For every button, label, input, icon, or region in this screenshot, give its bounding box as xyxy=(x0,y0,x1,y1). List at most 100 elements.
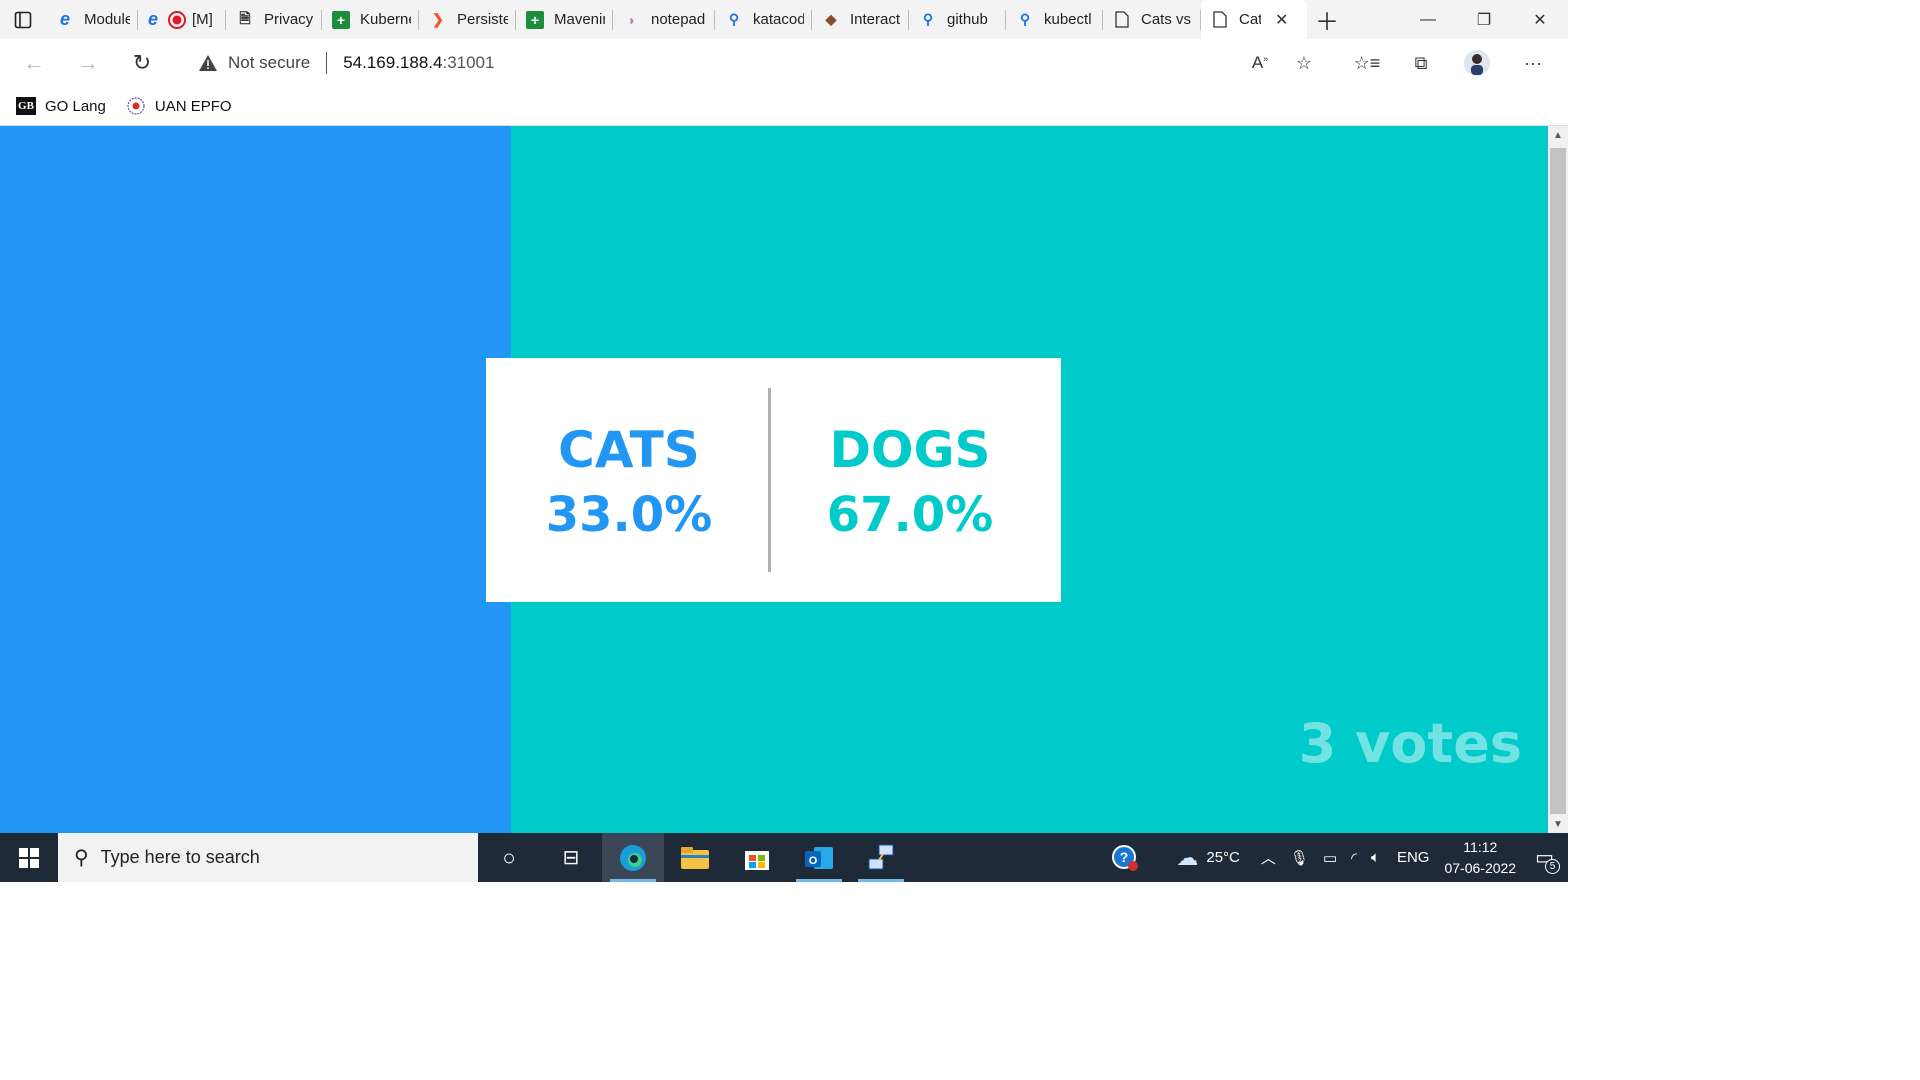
taskbar-network-app[interactable] xyxy=(850,833,912,882)
store-icon xyxy=(745,850,769,870)
wifi-button[interactable]: ◜ xyxy=(1351,849,1357,867)
bookmark-label: GO Lang xyxy=(45,97,106,115)
show-hidden-icons-button[interactable]: ︿ xyxy=(1261,847,1276,868)
page-icon xyxy=(1211,11,1229,29)
security-indicator[interactable]: Not secure xyxy=(198,53,310,73)
edge-icon: e xyxy=(147,9,158,29)
help-tray-button[interactable]: ? xyxy=(1111,844,1139,872)
refresh-icon: ↻ xyxy=(132,50,152,75)
avatar xyxy=(1464,50,1490,76)
url-text[interactable]: 54.169.188.4:31001 xyxy=(343,53,494,73)
battery-button[interactable]: ▭ xyxy=(1323,849,1337,867)
tab-privacy[interactable]: 🗎 Privacy xyxy=(226,0,322,39)
task-view-icon: ⊟ xyxy=(562,847,580,869)
cortana-button[interactable]: ○ xyxy=(478,833,540,882)
collections-button[interactable]: ⧉ xyxy=(1406,48,1436,78)
go-lang-icon: GB xyxy=(16,97,36,115)
bookmarks-bar: GB GO Lang UAN EPFO xyxy=(0,87,1568,126)
minimize-button[interactable]: — xyxy=(1400,0,1456,39)
add-favorite-button[interactable]: ☆ xyxy=(1289,48,1319,78)
address-bar[interactable]: Not secure 54.169.188.4:31001 A» ☆ xyxy=(176,44,1331,82)
close-tab-icon[interactable]: ✕ xyxy=(1275,10,1288,30)
tab-cats-vs[interactable]: Cats vs xyxy=(1103,0,1201,39)
system-tray: ? ☁ 25°C ︿ 🎙︎ ▭ ◜ 🔈︎ ENG 11:12 07-06-202… xyxy=(1104,833,1568,882)
wifi-icon: ◜ xyxy=(1351,849,1357,867)
taskbar-search-box[interactable]: ⚲ Type here to search xyxy=(58,833,478,882)
tab-mavenir[interactable]: + Mavenir xyxy=(516,0,613,39)
restore-button[interactable]: ❐ xyxy=(1456,0,1512,39)
edge-icon xyxy=(620,844,646,871)
record-icon xyxy=(168,10,186,29)
language-indicator[interactable]: ENG xyxy=(1397,849,1430,866)
forward-arrow-icon: → xyxy=(77,50,99,75)
taskbar-outlook[interactable]: O xyxy=(788,833,850,882)
refresh-button[interactable]: ↻ xyxy=(124,47,160,79)
read-aloud-icon: A» xyxy=(1251,53,1269,72)
task-view-button[interactable]: ⊟ xyxy=(540,833,602,882)
bookmark-uan-epfo[interactable]: UAN EPFO xyxy=(126,97,232,115)
search-icon: ⚲ xyxy=(74,847,89,869)
notification-count: 5 xyxy=(1545,859,1560,874)
windows-taskbar: ⚲ Type here to search ○ ⊟ O ? ☁ 25°C ︿ 🎙… xyxy=(0,833,1568,882)
new-tab-button[interactable]: ＋ xyxy=(1307,0,1347,39)
tab-m[interactable]: e [M] xyxy=(138,0,226,39)
tab-github[interactable]: ⚲ github xyxy=(909,0,1006,39)
tab-persistent[interactable]: ❯ Persiste xyxy=(419,0,516,39)
svg-text:O: O xyxy=(809,855,818,867)
minimize-icon: — xyxy=(1420,10,1436,28)
taskbar-file-explorer[interactable] xyxy=(664,833,726,882)
forward-button[interactable]: → xyxy=(70,47,106,79)
start-button[interactable] xyxy=(0,833,58,882)
taskbar-edge[interactable] xyxy=(602,833,664,882)
tab-kubectl[interactable]: ⚲ kubectl xyxy=(1006,0,1103,39)
scroll-down-icon[interactable]: ▼ xyxy=(1548,815,1568,833)
green-plus-icon: + xyxy=(332,10,350,29)
interact-icon: ◆ xyxy=(825,11,837,27)
close-window-button[interactable]: ✕ xyxy=(1512,0,1568,39)
results-divider xyxy=(768,388,771,572)
svg-text:?: ? xyxy=(1120,849,1129,865)
tab-kubernetes[interactable]: +Kuberne xyxy=(322,0,419,39)
vertical-scrollbar[interactable]: ▲ ▼ xyxy=(1548,126,1568,833)
clock[interactable]: 11:12 07-06-2022 xyxy=(1444,837,1516,879)
edge-icon: e xyxy=(59,9,70,29)
notifications-button[interactable]: ▭ 5 xyxy=(1535,845,1560,874)
search-icon: ⚲ xyxy=(728,11,740,27)
tab-notepad[interactable]: ◗ notepad xyxy=(613,0,715,39)
read-aloud-button[interactable]: A» xyxy=(1245,48,1275,78)
url-host: 54.169.188.4 xyxy=(343,53,443,72)
vote-count: 3 votes xyxy=(1298,712,1522,775)
bookmark-label: UAN EPFO xyxy=(154,97,232,115)
outlook-icon: O xyxy=(805,846,833,869)
back-button[interactable]: ← xyxy=(16,47,52,79)
weather-widget[interactable]: ☁ 25°C xyxy=(1176,845,1240,871)
address-actions: A» ☆ xyxy=(1245,44,1331,82)
url-port: :31001 xyxy=(442,53,495,72)
tab-interact[interactable]: ◆ Interact xyxy=(812,0,909,39)
weather-temp: 25°C xyxy=(1206,849,1240,866)
cortana-icon: ○ xyxy=(502,844,516,870)
scroll-up-icon[interactable]: ▲ xyxy=(1548,126,1568,144)
cats-background xyxy=(0,126,511,833)
tab-katacoda[interactable]: ⚲ katacod xyxy=(715,0,812,39)
settings-more-button[interactable]: ··· xyxy=(1518,48,1548,78)
results-card: CATS 33.0% DOGS 67.0% xyxy=(486,358,1061,602)
clock-time: 11:12 xyxy=(1463,838,1498,855)
cloud-icon: ☁ xyxy=(1176,844,1199,870)
bookmark-go-lang[interactable]: GB GO Lang xyxy=(16,97,106,115)
tab-module[interactable]: e Module xyxy=(46,0,138,39)
tab-actions-menu-button[interactable] xyxy=(0,0,46,39)
document-lock-icon: 🗎 xyxy=(239,9,251,26)
browser-toolbar: ← → ↻ Not secure 54.169.188.4:31001 A» ☆… xyxy=(0,39,1568,87)
profile-button[interactable] xyxy=(1462,48,1492,78)
dogs-label: DOGS xyxy=(829,421,991,479)
taskbar-store[interactable] xyxy=(726,833,788,882)
favorites-button[interactable]: ☆≡ xyxy=(1352,48,1382,78)
dogs-percent: 67.0% xyxy=(826,487,994,543)
volume-button[interactable]: 🔈︎ xyxy=(1371,849,1380,866)
tab-active[interactable]: Cat ✕ xyxy=(1201,0,1307,39)
notepad-icon: ◗ xyxy=(627,11,637,28)
microphone-button[interactable]: 🎙︎ xyxy=(1290,849,1309,867)
scrollbar-thumb[interactable] xyxy=(1550,148,1566,814)
folder-icon xyxy=(681,846,709,869)
